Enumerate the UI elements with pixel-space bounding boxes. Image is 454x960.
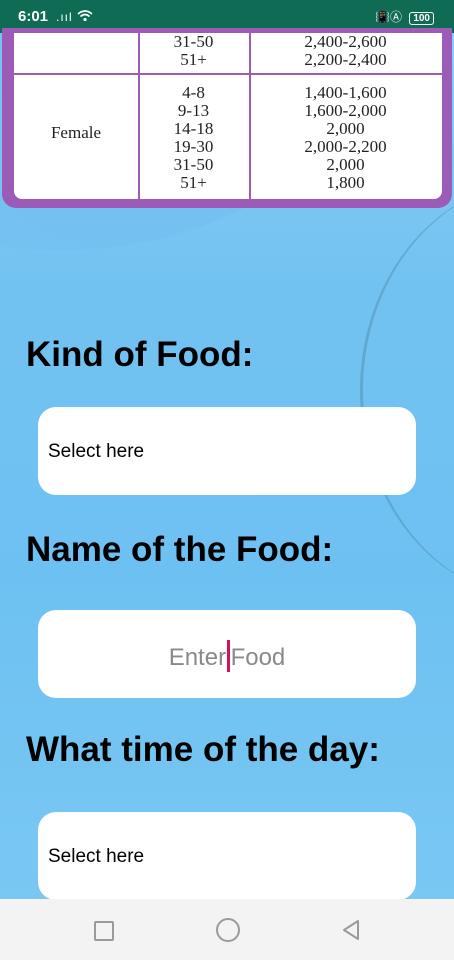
food-name-input[interactable]: Enter Food (38, 610, 416, 698)
text-cursor (227, 640, 230, 672)
status-icons: 📳Ⓐ (375, 10, 402, 24)
navigation-bar (0, 899, 454, 960)
table-cell: 51+ (180, 173, 207, 192)
table-cell: 31-50 (173, 33, 214, 51)
time-of-day-value: Select here (48, 846, 145, 867)
status-time: 6:01 (18, 8, 49, 25)
calorie-table-card: 31-50 51+ 2,400-2,600 2,200-2,400 Female… (2, 28, 452, 208)
back-button[interactable] (340, 919, 362, 941)
table-cell: 4-8 (182, 83, 205, 102)
food-name-placeholder: Enter Food (38, 640, 416, 672)
calorie-column-female: 1,400-1,600 1,600-2,000 2,000 2,000-2,20… (249, 84, 442, 192)
table-cell: 1,400-1,600 (304, 83, 387, 102)
table-cell: 1,800 (326, 173, 365, 192)
table-cell: 2,400-2,600 (304, 33, 387, 51)
placeholder-part-1: Enter (168, 644, 227, 671)
table-cell: 51+ (180, 50, 207, 69)
kind-of-food-select[interactable]: Select here (38, 407, 416, 495)
kind-of-food-value: Select here (48, 441, 145, 462)
placeholder-part-2: Food (230, 644, 286, 671)
age-column-top: 31-50 51+ (138, 33, 249, 69)
table-cell: 2,000-2,200 (304, 137, 387, 156)
time-of-day-label: What time of the day: (26, 730, 380, 769)
signal-bars: .ııl (56, 10, 73, 24)
status-right: 📳Ⓐ 100 (375, 8, 434, 25)
kind-of-food-label: Kind of Food: (26, 335, 254, 374)
signal-icon: .ııl (56, 10, 93, 24)
table-cell: 2,000 (326, 155, 365, 174)
home-button[interactable] (216, 918, 240, 942)
table-cell: 2,200-2,400 (304, 50, 387, 69)
table-cell: 9-13 (177, 101, 210, 120)
age-column-female: 4-8 9-13 14-18 19-30 31-50 51+ (138, 84, 249, 192)
calorie-table: 31-50 51+ 2,400-2,600 2,200-2,400 Female… (14, 33, 442, 199)
recent-apps-button[interactable] (94, 921, 114, 941)
table-cell: 31-50 (173, 155, 214, 174)
table-cell: 14-18 (173, 119, 214, 138)
table-cell: 19-30 (173, 137, 214, 156)
table-cell: 2,000 (326, 119, 365, 138)
table-divider (14, 73, 442, 75)
sex-label-female: Female (50, 123, 102, 142)
table-cell: 1,600-2,000 (304, 101, 387, 120)
time-of-day-select[interactable]: Select here (38, 812, 416, 900)
battery-icon: 100 (409, 12, 434, 25)
background-arc (360, 180, 454, 600)
wifi-icon (77, 10, 93, 22)
calorie-column-top: 2,400-2,600 2,200-2,400 (249, 33, 442, 69)
food-name-label: Name of the Food: (26, 530, 334, 569)
